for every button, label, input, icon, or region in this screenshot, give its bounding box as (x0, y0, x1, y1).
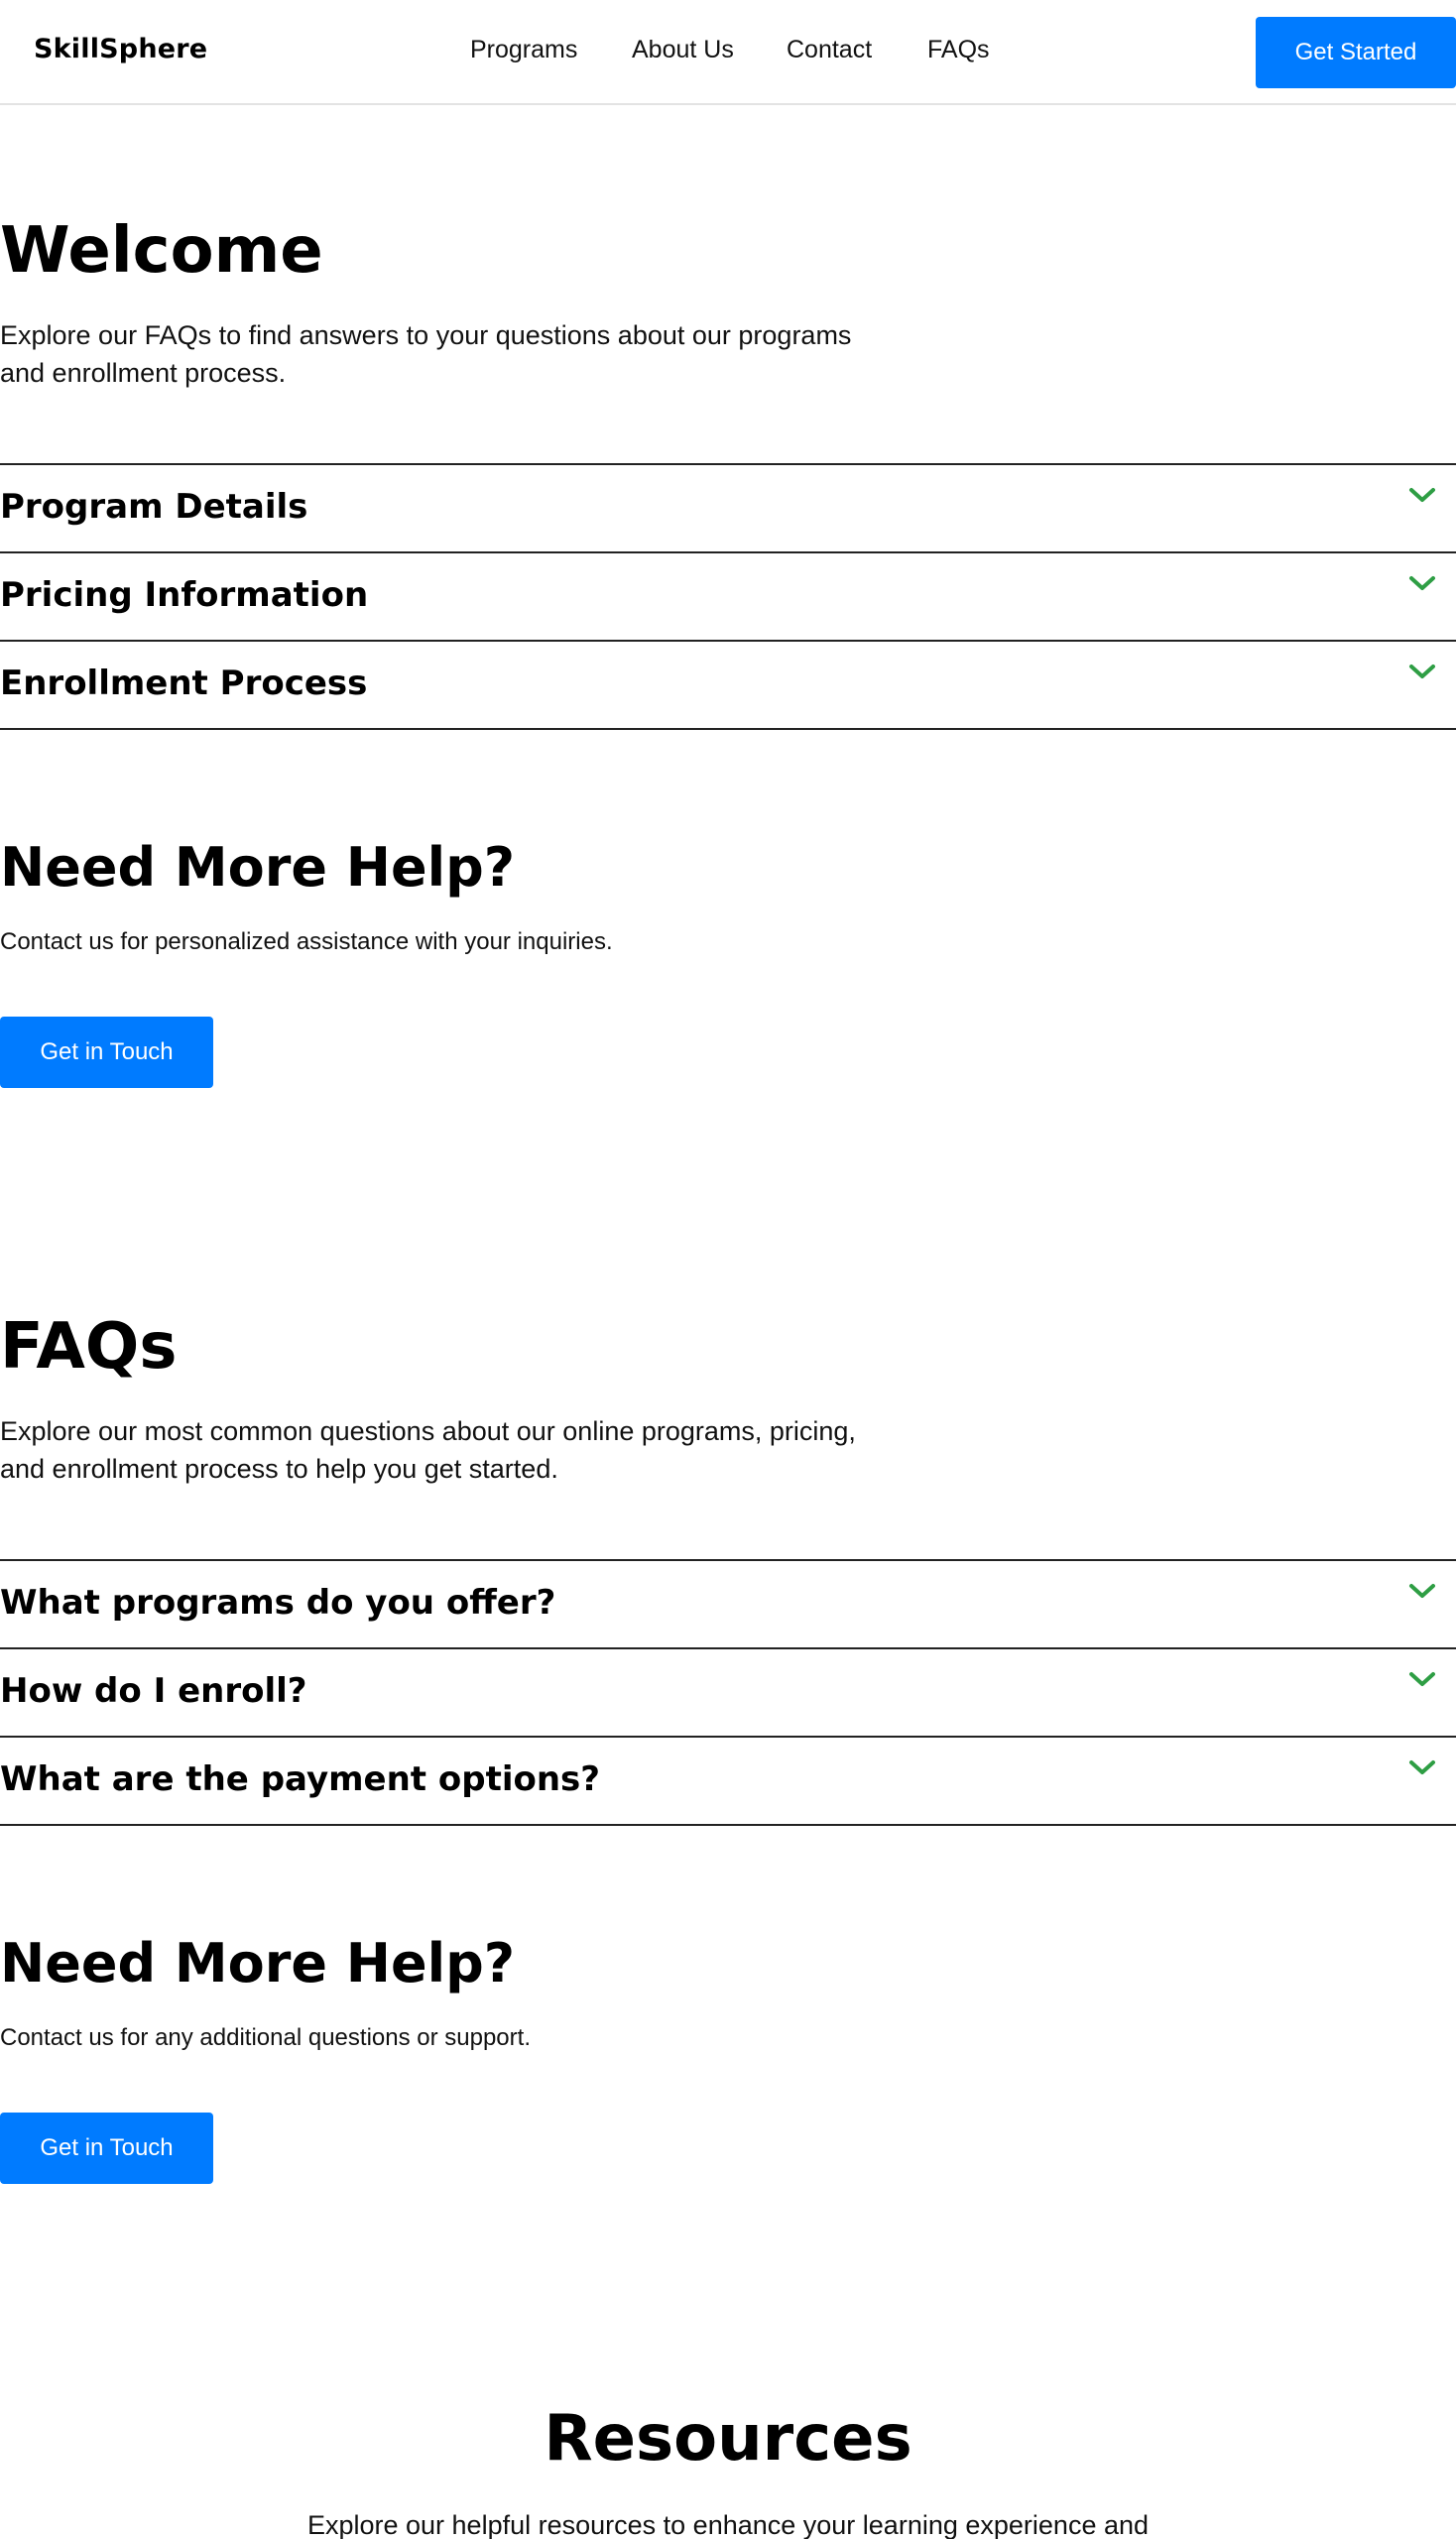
resources-description: Explore our helpful resources to enhance… (306, 2510, 1150, 2539)
faq-item-enroll[interactable]: How do I enroll? (0, 1647, 1456, 1736)
accordion-title: Program Details (0, 487, 308, 527)
help-description: Contact us for personalized assistance w… (0, 928, 613, 955)
site-header: SkillSphere Programs About Us Contact FA… (0, 0, 1456, 105)
faq-question: What programs do you offer? (0, 1583, 556, 1623)
accordion-title: Pricing Information (0, 575, 369, 615)
welcome-description-line2: and enrollment process. (0, 358, 287, 388)
faq-question: What are the payment options? (0, 1759, 601, 1799)
accordion-item-enrollment-process[interactable]: Enrollment Process (0, 640, 1456, 730)
faqs-title: FAQs (0, 1310, 178, 1384)
logo[interactable]: SkillSphere (34, 34, 207, 64)
welcome-description-line1: Explore our FAQs to find answers to your… (0, 320, 852, 350)
accordion-item-program-details[interactable]: Program Details (0, 463, 1456, 551)
faqs-description-line2: and enrollment process to help you get s… (0, 1454, 558, 1484)
help-title-2: Need More Help? (0, 1932, 516, 1995)
nav-about-us[interactable]: About Us (632, 36, 734, 64)
help-title: Need More Help? (0, 836, 516, 899)
chevron-down-icon[interactable] (1408, 1669, 1436, 1689)
resources-title: Resources (544, 2402, 912, 2476)
chevron-down-icon[interactable] (1408, 485, 1436, 505)
accordion-item-pricing-information[interactable]: Pricing Information (0, 551, 1456, 640)
get-in-touch-button[interactable]: Get in Touch (0, 1017, 213, 1088)
faqs-description-line1: Explore our most common questions about … (0, 1416, 856, 1446)
faq-question: How do I enroll? (0, 1671, 307, 1711)
chevron-down-icon[interactable] (1408, 1757, 1436, 1777)
get-in-touch-button-2[interactable]: Get in Touch (0, 2113, 213, 2184)
chevron-down-icon[interactable] (1408, 573, 1436, 593)
chevron-down-icon[interactable] (1408, 662, 1436, 681)
faq-item-programs[interactable]: What programs do you offer? (0, 1559, 1456, 1647)
nav-faqs[interactable]: FAQs (927, 36, 990, 64)
welcome-title: Welcome (0, 214, 323, 288)
get-started-button[interactable]: Get Started (1256, 17, 1456, 88)
chevron-down-icon[interactable] (1408, 1581, 1436, 1601)
faq-item-payment[interactable]: What are the payment options? (0, 1736, 1456, 1826)
help-description-2: Contact us for any additional questions … (0, 2024, 531, 2051)
nav-programs[interactable]: Programs (470, 36, 577, 64)
accordion-title: Enrollment Process (0, 664, 368, 703)
nav-contact[interactable]: Contact (787, 36, 872, 64)
page: SkillSphere Programs About Us Contact FA… (0, 0, 1456, 2539)
